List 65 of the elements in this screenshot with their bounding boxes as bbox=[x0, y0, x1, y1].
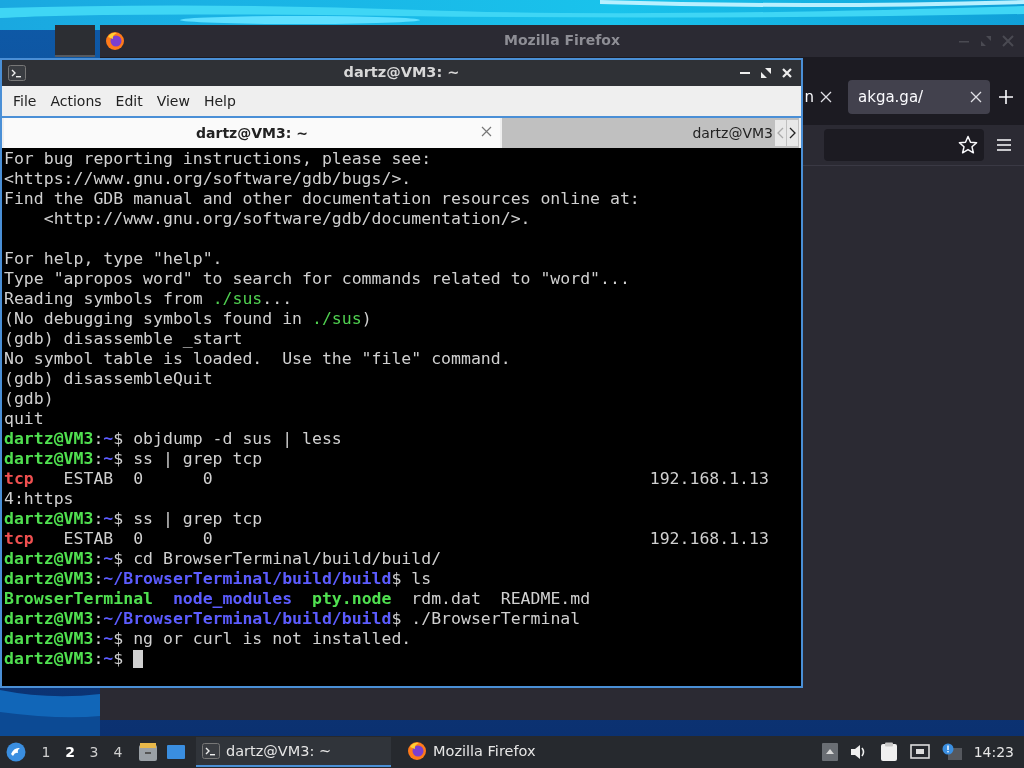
terminal-line: (No debugging symbols found in ./sus) bbox=[4, 309, 372, 329]
tab-label: n bbox=[804, 88, 814, 106]
window-thumbnail[interactable] bbox=[55, 25, 95, 57]
terminal-icon bbox=[202, 743, 220, 759]
terminal-line: <http://www.gnu.org/software/gdb/documentation/>. bbox=[42, 209, 531, 229]
tab-label: dartz@VM3 bbox=[692, 125, 773, 141]
menu-item[interactable]: File bbox=[10, 93, 48, 109]
browser-tab[interactable]: n bbox=[804, 80, 840, 114]
firefox-icon[interactable] bbox=[105, 31, 125, 51]
star-icon[interactable] bbox=[958, 135, 978, 155]
chevron-right-icon[interactable] bbox=[789, 127, 796, 139]
terminal-line: dartz@VM3:~$ objdump -d sus | less bbox=[4, 429, 342, 449]
menu-icon[interactable] bbox=[996, 138, 1012, 152]
terminal-line: <https://www.gnu.org/software/gdb/bugs/>. bbox=[4, 169, 412, 189]
window-title: dartz@VM3: ~ bbox=[342, 64, 461, 80]
notification-icon[interactable] bbox=[941, 743, 962, 761]
arrow-up-icon[interactable] bbox=[821, 743, 838, 761]
taskbar-task[interactable]: Mozilla Firefox bbox=[401, 737, 601, 767]
terminal-line: BrowserTerminal node_modules pty.node rdm.dat README.md bbox=[4, 589, 591, 609]
file-cabinet-icon[interactable] bbox=[138, 742, 158, 762]
terminal-line: tcp ESTAB 0 0 192.168.1.13 bbox=[4, 529, 769, 549]
terminal-line: dartz@VM3:~$ ss | grep tcp bbox=[4, 449, 263, 469]
taskbar-task[interactable]: dartz@VM3: ~ bbox=[196, 737, 391, 767]
menu-item[interactable]: Edit bbox=[112, 93, 154, 109]
menu-item[interactable]: View bbox=[153, 93, 201, 109]
maximize-icon[interactable] bbox=[760, 67, 772, 79]
terminal-line: quit bbox=[4, 409, 44, 429]
clock: 14:23 bbox=[973, 744, 1014, 760]
terminal-tab[interactable]: dartz@VM3 bbox=[502, 118, 775, 148]
text-cursor bbox=[133, 650, 144, 668]
clipboard-icon[interactable] bbox=[879, 742, 898, 762]
terminal-line: dartz@VM3:~/BrowserTerminal/build/build$ ls bbox=[4, 569, 432, 589]
terminal-line: tcp ESTAB 0 0 192.168.1.13 bbox=[4, 469, 769, 489]
terminal-icon bbox=[8, 65, 26, 81]
new-tab-icon[interactable] bbox=[998, 89, 1014, 105]
terminal-tab[interactable]: dartz@VM3: ~ bbox=[4, 118, 500, 148]
terminal-line: dartz@VM3:~$ ng or curl is not installed. bbox=[4, 629, 412, 649]
terminal-line: (gdb) disassembleQuit bbox=[4, 369, 213, 389]
workspace-button[interactable]: 2 bbox=[58, 744, 82, 760]
browser-tab[interactable]: akga.ga/ bbox=[848, 80, 990, 114]
terminal-line: dartz@VM3:~/BrowserTerminal/build/build$ ./BrowserTerminal bbox=[4, 609, 581, 629]
workspace-button[interactable]: 1 bbox=[34, 744, 58, 760]
terminal-line: dartz@VM3:~$ bbox=[4, 649, 125, 669]
terminal-line: No symbol table is loaded. Use the "file" command. bbox=[4, 349, 511, 369]
terminal-line: (gdb) bbox=[4, 389, 54, 409]
tab-label: dartz@VM3: ~ bbox=[196, 125, 308, 141]
network-icon[interactable] bbox=[909, 743, 930, 761]
workspace-button[interactable]: 3 bbox=[82, 744, 106, 760]
start-menu-icon[interactable] bbox=[6, 742, 26, 762]
window-icon[interactable] bbox=[166, 743, 186, 761]
terminal-line: For help, type "help". bbox=[4, 249, 223, 269]
menu-item[interactable]: Actions bbox=[47, 93, 113, 109]
workspace-button[interactable]: 4 bbox=[106, 744, 130, 760]
terminal-line: 4:https bbox=[4, 489, 74, 509]
terminal-line: Type "apropos word" to search for commands related to "word"... bbox=[4, 269, 630, 289]
terminal-line: dartz@VM3:~$ ss | grep tcp bbox=[4, 509, 263, 529]
terminal-line: (gdb) disassemble _start bbox=[4, 329, 243, 349]
terminal-line: For bug reporting instructions, please see: bbox=[4, 149, 432, 169]
firefox-icon bbox=[407, 741, 427, 761]
tab-label: akga.ga/ bbox=[858, 88, 924, 106]
terminal-line: dartz@VM3:~$ cd BrowserTerminal/build/build/ bbox=[4, 549, 442, 569]
window-title: Mozilla Firefox bbox=[503, 32, 621, 48]
terminal-line: Reading symbols from ./sus... bbox=[4, 289, 293, 309]
terminal-line: Find the GDB manual and other documentation resources online at: bbox=[4, 189, 640, 209]
menu-item[interactable]: Help bbox=[200, 93, 247, 109]
